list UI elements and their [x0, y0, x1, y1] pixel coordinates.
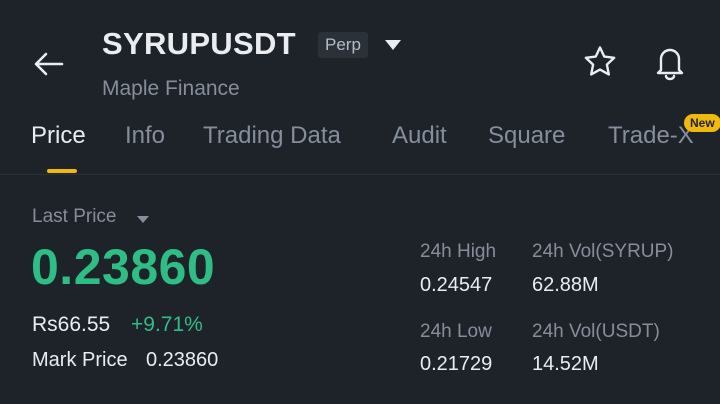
caret-down-icon	[137, 216, 149, 223]
low-24h-value: 0.21729	[420, 353, 493, 375]
divider	[0, 174, 720, 175]
alert-button[interactable]	[650, 42, 690, 82]
last-price-value: 0.23860	[31, 239, 216, 295]
vol-base-value: 62.88M	[532, 274, 599, 296]
tab-audit[interactable]: Audit	[392, 122, 447, 150]
active-tab-indicator	[47, 169, 77, 173]
contract-type-badge: Perp	[318, 32, 368, 58]
new-badge: New	[684, 114, 720, 132]
symbol-title[interactable]: SYRUPUSDT	[102, 26, 296, 62]
star-icon	[584, 46, 616, 76]
tab-price[interactable]: Price	[31, 122, 86, 150]
vol-base-label: 24h Vol(SYRUP)	[532, 241, 674, 262]
last-price-selector[interactable]: Last Price	[32, 206, 116, 228]
caret-down-icon	[385, 40, 401, 50]
high-24h-label: 24h High	[420, 241, 497, 262]
vol-quote-value: 14.52M	[532, 353, 599, 375]
fiat-price: Rs66.55	[32, 313, 111, 336]
back-button[interactable]	[28, 44, 68, 84]
tab-trade-x[interactable]: Trade-X	[608, 122, 694, 150]
vol-quote-label: 24h Vol(USDT)	[532, 321, 660, 342]
tab-bar: Price Info Trading Data Audit Square Tra…	[0, 118, 720, 176]
project-name: Maple Finance	[102, 77, 240, 100]
favorite-button[interactable]	[580, 42, 620, 82]
tab-trading-data[interactable]: Trading Data	[203, 122, 341, 150]
symbol-selector-caret[interactable]	[384, 38, 402, 56]
tab-square[interactable]: Square	[488, 122, 565, 150]
back-arrow-icon	[34, 52, 64, 76]
mark-price-value: 0.23860	[146, 349, 219, 371]
high-24h-value: 0.24547	[420, 274, 493, 296]
price-change-percent: +9.71%	[131, 313, 203, 336]
bell-icon	[656, 48, 684, 81]
tab-info[interactable]: Info	[125, 122, 165, 150]
last-price-caret[interactable]	[136, 211, 150, 229]
low-24h-label: 24h Low	[420, 321, 492, 342]
mark-price-label: Mark Price	[32, 349, 128, 371]
